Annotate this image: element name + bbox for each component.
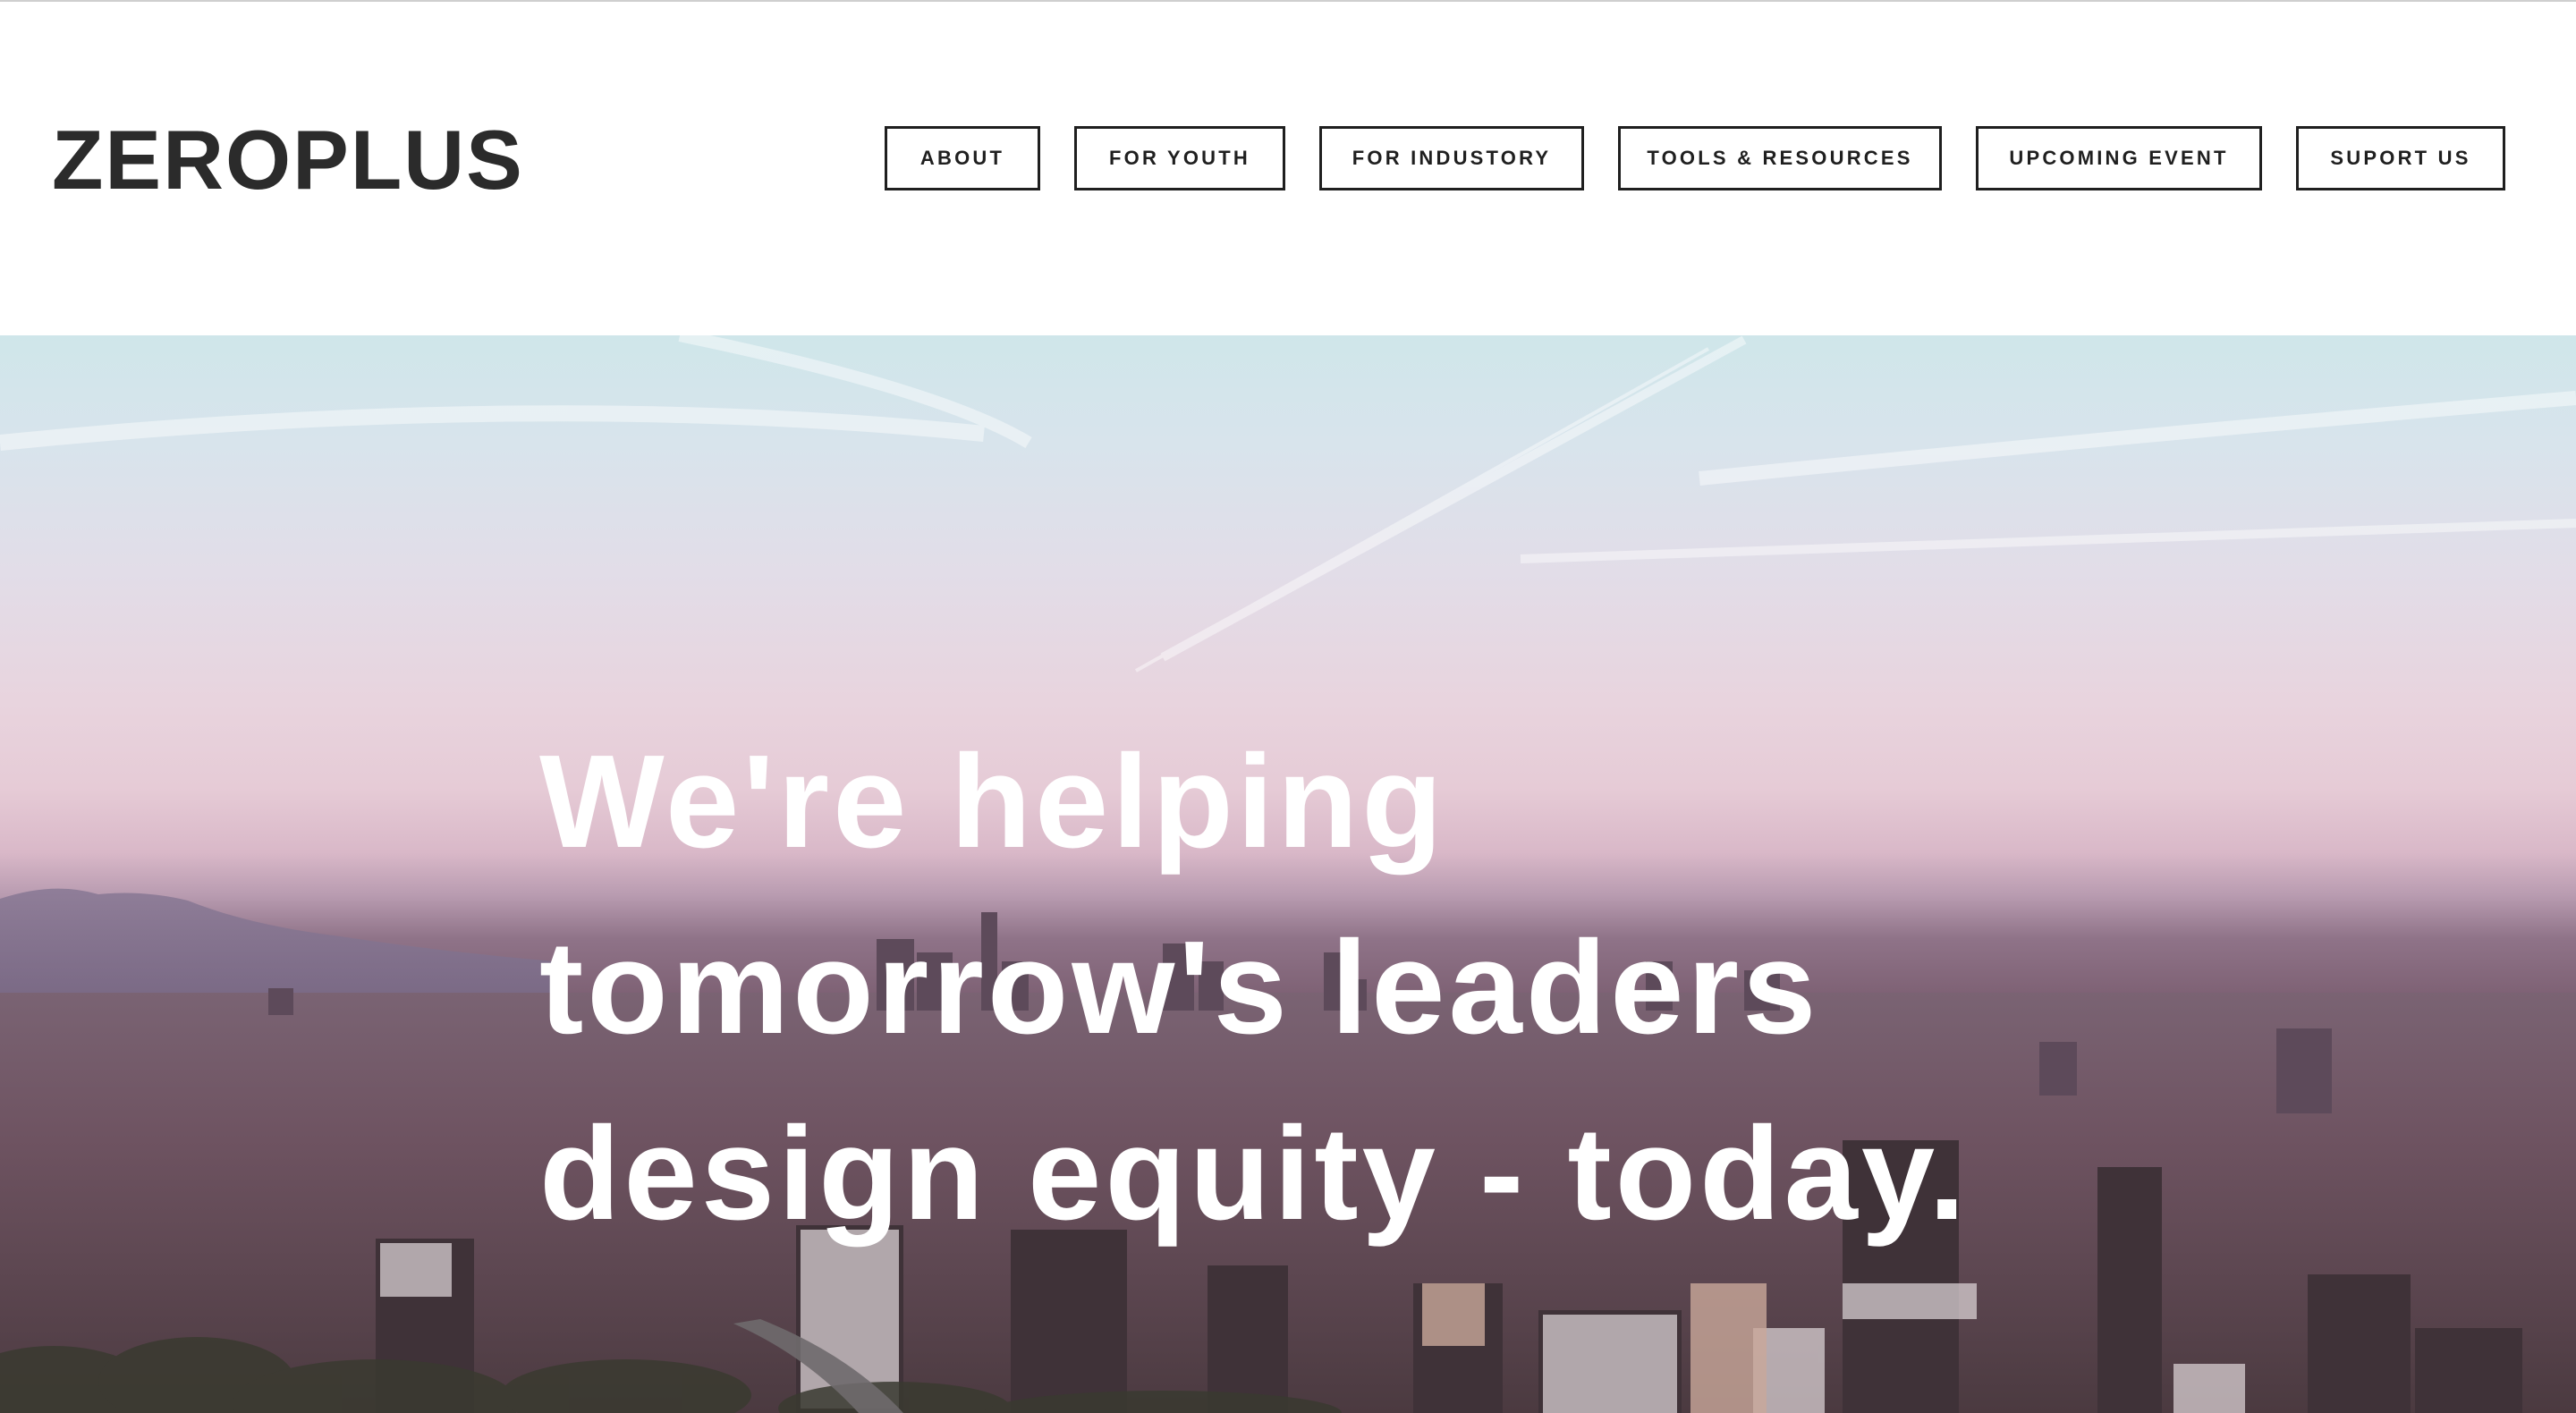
hero-section: We're helping tomorrow's leaders design … [0, 335, 2576, 1413]
nav-support-us-button[interactable]: SUPORT US [2296, 126, 2505, 190]
nav-about-button[interactable]: ABOUT [885, 126, 1040, 190]
site-header: ZEROPLUS ABOUT FOR YOUTH FOR INDUSTORY T… [0, 2, 2576, 335]
nav-upcoming-event-button[interactable]: UPCOMING EVENT [1976, 126, 2262, 190]
hero-headline-line-3: design equity - today. [539, 1100, 1970, 1248]
nav-tools-resources-button[interactable]: TOOLS & RESOURCES [1618, 126, 1942, 190]
hero-headline-line-1: We're helping [539, 728, 1446, 876]
mountain-range [0, 888, 555, 997]
hero-headline: We're helping tomorrow's leaders design … [539, 709, 1969, 1267]
nav-for-youth-button[interactable]: FOR YOUTH [1074, 126, 1285, 190]
nav-for-industry-button[interactable]: FOR INDUSTORY [1319, 126, 1584, 190]
hero-headline-line-2: tomorrow's leaders [539, 914, 1820, 1062]
main-navigation: ABOUT FOR YOUTH FOR INDUSTORY TOOLS & RE… [0, 126, 2576, 190]
